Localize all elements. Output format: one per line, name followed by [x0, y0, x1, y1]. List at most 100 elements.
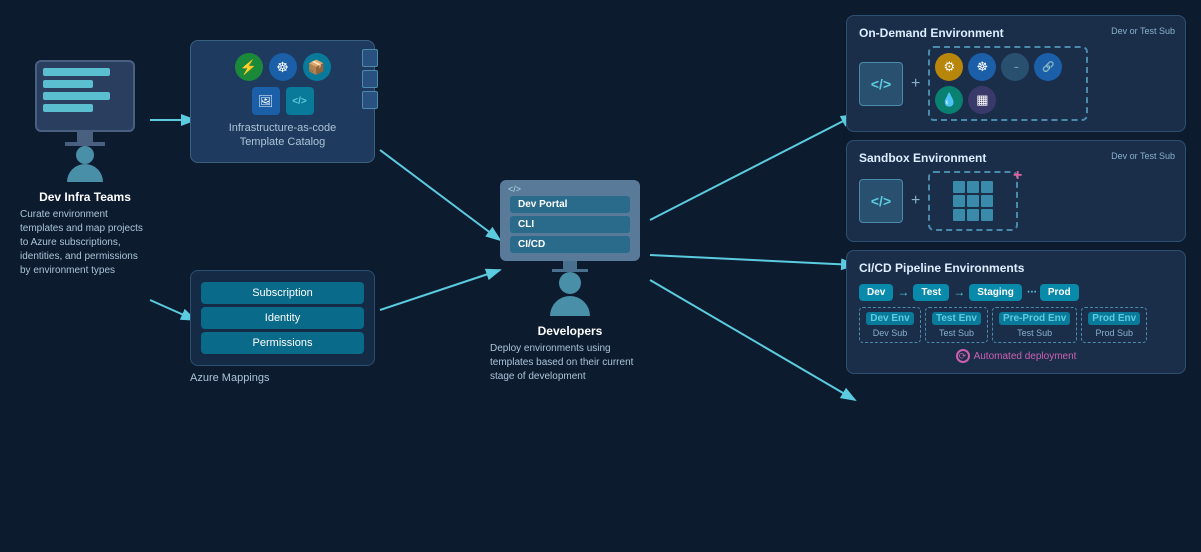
on-demand-code-tag: </>: [859, 62, 903, 106]
cicd-dots: ···: [1026, 283, 1036, 301]
service-icon-net: 🔗: [1034, 53, 1062, 81]
infra-card-label: Infrastructure-as-code Template Catalog: [203, 121, 362, 150]
dev-portal-item: Dev Portal: [510, 196, 630, 213]
on-demand-services: ⚙ ☸ ··· 🔗 💧 ▦: [928, 46, 1088, 121]
pink-plus-icon: +: [1013, 167, 1022, 185]
dev-monitor-tag: </>: [508, 184, 521, 194]
icon-image: 🖼: [252, 87, 280, 115]
stage-staging: Staging: [969, 284, 1022, 301]
stage-prod: Prod: [1040, 284, 1079, 301]
env-box-preprod-sub: Test Sub: [999, 328, 1070, 338]
dev-stand: [563, 261, 577, 269]
env-box-test-label: Test Env: [932, 312, 981, 325]
arrow-left-to-azure: [150, 300, 195, 320]
monitor-line-1: [43, 68, 110, 76]
sandbox-code-tag: </>: [859, 179, 903, 223]
left-monitor: [35, 60, 135, 132]
monitor-stand: [77, 132, 93, 142]
dev-person-head: [559, 272, 581, 294]
infra-icons-row2: 🖼 </>: [203, 87, 362, 115]
env-box-dev: Dev Env Dev Sub: [859, 307, 921, 343]
azure-mappings-section: Subscription Identity Permissions Azure …: [190, 270, 375, 384]
cicd-panel: CI/CD Pipeline Environments Dev → Test →…: [846, 250, 1186, 374]
sandbox-content: </> + +: [859, 171, 1173, 231]
env-box-prod-label: Prod Env: [1088, 312, 1140, 325]
dev-person-body: [550, 296, 590, 316]
person-body: [67, 164, 103, 182]
right-section: On-Demand Environment Dev or Test Sub </…: [846, 15, 1186, 374]
on-demand-subtitle: Dev or Test Sub: [1111, 26, 1175, 36]
on-demand-panel: On-Demand Environment Dev or Test Sub </…: [846, 15, 1186, 132]
dev-section: </> Dev Portal CLI CI/CD Developers Depl…: [490, 180, 650, 384]
icon-power: ⚡: [235, 53, 263, 81]
env-box-prod: Prod Env Prod Sub: [1081, 307, 1147, 343]
icon-kubernetes: ☸: [269, 53, 297, 81]
sandbox-plus: +: [911, 192, 920, 210]
on-demand-content: </> + ⚙ ☸ ··· 🔗 💧 ▦: [859, 46, 1173, 121]
cicd-title: CI/CD Pipeline Environments: [859, 261, 1173, 275]
dev-infra-monitor-wrap: [20, 60, 150, 182]
infra-team-desc: Curate environment templates and map pro…: [20, 208, 150, 278]
main-diagram: Dev Infra Teams Curate environment templ…: [0, 0, 1201, 552]
infra-subtitle-text: Template Catalog: [240, 136, 326, 148]
page-tab-2: [362, 70, 378, 88]
env-box-test: Test Env Test Sub: [925, 307, 988, 343]
arrow-dev-test: →: [897, 285, 909, 299]
env-box-preprod-label: Pre-Prod Env: [999, 312, 1070, 325]
dev-infra-section: Dev Infra Teams Curate environment templ…: [20, 60, 150, 278]
azure-card: Subscription Identity Permissions: [190, 270, 375, 366]
person-head: [76, 146, 94, 164]
auto-deploy-text: Automated deployment: [974, 351, 1077, 362]
cicd-envs-row: Dev Env Dev Sub Test Env Test Sub Pre-Pr…: [859, 307, 1173, 343]
env-box-dev-sub: Dev Sub: [866, 328, 914, 338]
auto-deploy-icon: ⟳: [956, 349, 970, 363]
sandbox-grid-icon: [953, 181, 993, 221]
azure-row-permissions: Permissions: [201, 332, 364, 354]
azure-label: Azure Mappings: [190, 372, 375, 384]
arrow-dev-to-sandbox: [650, 255, 855, 265]
page-tab-3: [362, 91, 378, 109]
service-icon-dots: ···: [1001, 53, 1029, 81]
dev-title: Developers: [490, 324, 650, 338]
page-tab-1: [362, 49, 378, 67]
env-box-dev-label: Dev Env: [866, 312, 914, 325]
monitor-line-4: [43, 104, 93, 112]
dev-monitor-list: Dev Portal CLI CI/CD: [510, 196, 630, 253]
sandbox-dashed-box: +: [928, 171, 1018, 231]
sandbox-subtitle: Dev or Test Sub: [1111, 151, 1175, 161]
arrow-azure-to-dev: [380, 270, 500, 310]
infra-icons-row1: ⚡ ☸ 📦: [203, 53, 362, 81]
on-demand-plus: +: [911, 75, 920, 93]
env-box-test-sub: Test Sub: [932, 328, 981, 338]
env-box-preprod: Pre-Prod Env Test Sub: [992, 307, 1077, 343]
arrow-dev-to-cicd: [650, 280, 855, 400]
infra-pages: [362, 49, 382, 109]
service-icon-kube: ☸: [968, 53, 996, 81]
auto-deploy-label: ⟳ Automated deployment: [859, 349, 1173, 363]
infra-team-title: Dev Infra Teams: [20, 190, 150, 204]
service-icon-gear: ⚙: [935, 53, 963, 81]
icon-code: </>: [286, 87, 314, 115]
infra-title-text: Infrastructure-as-code: [229, 122, 337, 134]
service-icon-grid: ▦: [968, 86, 996, 114]
infra-card: ⚡ ☸ 📦 🖼 </> Infrastructure-as-code Templ…: [190, 40, 375, 163]
icon-package: 📦: [303, 53, 331, 81]
stage-dev: Dev: [859, 284, 893, 301]
arrow-test-staging: →: [953, 285, 965, 299]
cicd-stages-row: Dev → Test → Staging ··· Prod: [859, 283, 1173, 301]
arrow-infra-to-dev: [380, 150, 500, 240]
azure-row-identity: Identity: [201, 307, 364, 329]
arrow-dev-to-ondemand: [650, 115, 855, 220]
dev-monitor: </> Dev Portal CLI CI/CD: [500, 180, 640, 261]
dev-monitor-wrap: </> Dev Portal CLI CI/CD: [490, 180, 650, 316]
stage-test: Test: [913, 284, 949, 301]
service-icon-db: 💧: [935, 86, 963, 114]
infra-card-section: ⚡ ☸ 📦 🖼 </> Infrastructure-as-code Templ…: [190, 40, 375, 163]
monitor-line-3: [43, 92, 110, 100]
dev-desc: Deploy environments using templates base…: [490, 342, 650, 384]
sandbox-panel: Sandbox Environment Dev or Test Sub </> …: [846, 140, 1186, 242]
cicd-item: CI/CD: [510, 236, 630, 253]
cli-item: CLI: [510, 216, 630, 233]
azure-row-subscription: Subscription: [201, 282, 364, 304]
env-box-prod-sub: Prod Sub: [1088, 328, 1140, 338]
